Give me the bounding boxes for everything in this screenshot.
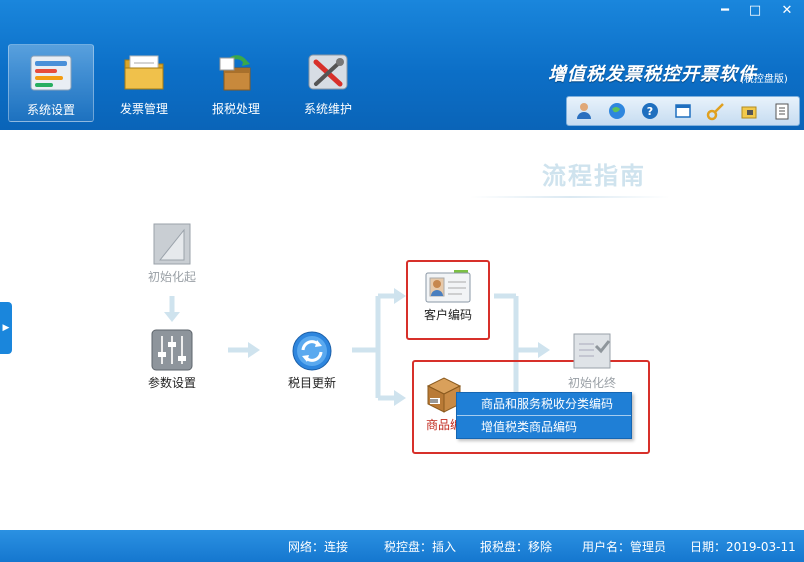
menu-item-vat-product-code[interactable]: 增值税类商品编码 [457, 415, 631, 438]
arrow-head-to-end [538, 342, 550, 358]
flow-node-customer-code[interactable]: 客户编码 [408, 268, 488, 323]
checklist-icon [573, 333, 611, 369]
arrow-head-to-product [394, 390, 406, 406]
status-tax-disk: 税控盘：插入 [384, 540, 457, 554]
set-square-icon [153, 223, 191, 265]
flow-node-init-start[interactable]: 初始化起 [134, 222, 210, 285]
arrow-head-init-to-params [164, 312, 180, 322]
flow-label-init-start: 初始化起 [147, 270, 196, 284]
arrow-head-to-customer [394, 288, 406, 304]
sliders-icon [151, 329, 193, 371]
flow-connectors [164, 288, 550, 406]
flow-node-init-end[interactable]: 初始化终 [560, 332, 624, 391]
status-report-disk: 报税盘：移除 [480, 540, 553, 554]
arrow-head-params-to-tax [248, 342, 260, 358]
status-user: 用户名：管理员 [582, 540, 667, 554]
flow-label-param-settings: 参数设置 [147, 376, 196, 390]
flow-node-param-settings[interactable]: 参数设置 [134, 328, 210, 391]
refresh-icon [292, 331, 332, 371]
status-date: 日期：2019-03-11 [690, 540, 796, 554]
status-bar: 网络：连接 税控盘：插入 报税盘：移除 用户名：管理员 日期：2019-03-1… [0, 530, 804, 562]
product-code-context-menu: 商品和服务税收分类编码 增值税类商品编码 [456, 392, 632, 439]
flow-node-tax-update[interactable]: 税目更新 [274, 330, 350, 391]
status-network: 网络：连接 [288, 540, 349, 554]
flow-label-tax-update: 税目更新 [287, 376, 336, 390]
menu-item-tax-classification-code[interactable]: 商品和服务税收分类编码 [457, 393, 631, 415]
flow-label-customer-code: 客户编码 [423, 308, 472, 322]
contact-card-icon [425, 270, 471, 303]
flow-label-init-end: 初始化终 [567, 376, 616, 390]
